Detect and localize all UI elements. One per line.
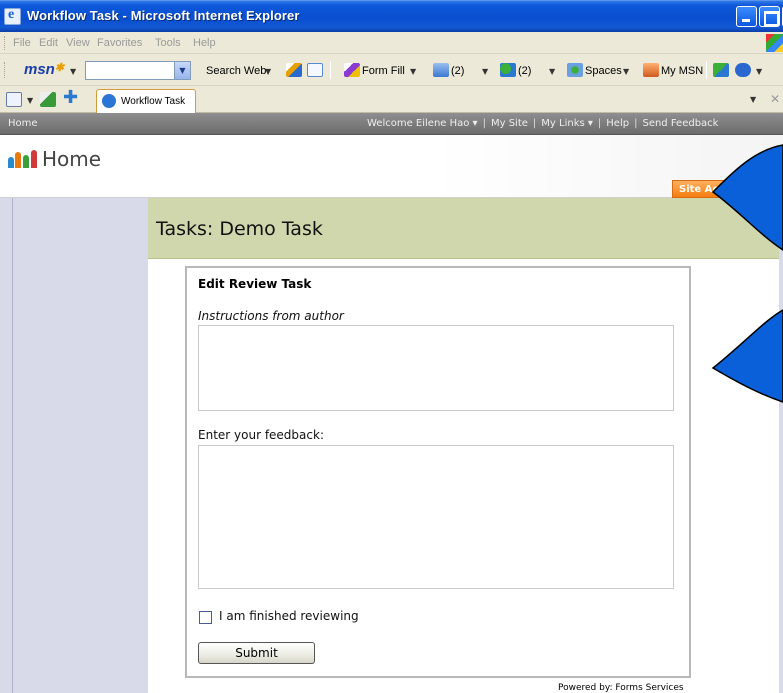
windows-flag-icon bbox=[766, 34, 783, 52]
chevron-down-icon[interactable]: ▼ bbox=[482, 67, 488, 76]
alerts-icon[interactable] bbox=[713, 63, 729, 77]
chevron-down-icon[interactable]: ▼ bbox=[410, 67, 416, 76]
maximize-button[interactable] bbox=[759, 6, 780, 27]
msn-butterfly-icon: ✱ bbox=[54, 62, 65, 74]
spaces-icon[interactable] bbox=[567, 63, 583, 77]
highlight-icon[interactable] bbox=[286, 63, 302, 77]
chevron-down-icon[interactable]: ▼ bbox=[756, 67, 762, 76]
my-site-link[interactable]: My Site bbox=[491, 118, 528, 129]
tab-workflow-task[interactable]: Workflow Task bbox=[96, 89, 196, 113]
mail-count[interactable]: (2) bbox=[451, 65, 464, 77]
menu-view[interactable]: View bbox=[66, 37, 90, 49]
instructions-field bbox=[198, 325, 674, 411]
window-title: Workflow Task - Microsoft Internet Explo… bbox=[27, 8, 300, 23]
instructions-label: Instructions from author bbox=[198, 309, 344, 323]
send-feedback-link[interactable]: Send Feedback bbox=[642, 118, 718, 129]
toolbar-grip[interactable] bbox=[4, 62, 7, 78]
window-title-bar[interactable]: Workflow Task - Microsoft Internet Explo… bbox=[0, 0, 783, 32]
ie-page-icon bbox=[102, 94, 116, 108]
toolbar-separator bbox=[330, 61, 331, 79]
favorites-center-icon[interactable] bbox=[6, 92, 22, 107]
menu-tools[interactable]: Tools bbox=[155, 37, 181, 49]
powered-by-text: Powered by: Forms Services bbox=[558, 683, 684, 693]
msn-toolbar: msn✱ ▼ ▼ Search Web ▼ Form Fill ▼ (2) ▼ … bbox=[0, 54, 783, 86]
feedback-label: Enter your feedback: bbox=[198, 428, 324, 442]
site-actions-menu[interactable]: Site Actions bbox=[672, 180, 783, 198]
page-title: Tasks: Demo Task bbox=[156, 218, 323, 240]
notepad-icon[interactable] bbox=[307, 63, 323, 77]
global-home-link[interactable]: Home bbox=[8, 118, 38, 129]
msn-logo[interactable]: msn✱ bbox=[24, 61, 64, 78]
sharepoint-people-logo-icon bbox=[8, 148, 38, 168]
left-navigation-pane bbox=[0, 198, 148, 693]
mail-icon[interactable] bbox=[433, 63, 449, 77]
toolbar-separator bbox=[706, 61, 707, 79]
finished-reviewing-checkbox[interactable] bbox=[199, 611, 212, 624]
my-links-menu[interactable]: My Links ▾ bbox=[541, 118, 593, 129]
chevron-down-icon[interactable]: ▼ bbox=[265, 67, 271, 76]
help-icon[interactable] bbox=[735, 63, 751, 77]
welcome-menu[interactable]: Welcome Eilene Hao ▾ bbox=[367, 118, 478, 129]
msn-search-input[interactable]: ▼ bbox=[85, 61, 191, 80]
ie-app-icon[interactable] bbox=[4, 7, 21, 25]
form-fill-icon[interactable] bbox=[344, 63, 360, 77]
spaces-button[interactable]: Spaces bbox=[585, 65, 622, 77]
nav-edge bbox=[12, 198, 13, 693]
toolbar-grip[interactable] bbox=[4, 36, 7, 50]
search-dropdown-button[interactable]: ▼ bbox=[174, 62, 190, 79]
minimize-button[interactable] bbox=[736, 6, 757, 27]
form-heading: Edit Review Task bbox=[198, 277, 312, 291]
chevron-down-icon[interactable]: ▼ bbox=[70, 67, 76, 76]
chevron-down-icon[interactable]: ▼ bbox=[623, 67, 629, 76]
site-title[interactable]: Home bbox=[42, 147, 101, 171]
my-msn-icon[interactable] bbox=[643, 63, 659, 77]
tab-bar: ▼ ✚ Workflow Task ▼ ✕ bbox=[0, 86, 783, 113]
menu-edit[interactable]: Edit bbox=[39, 37, 58, 49]
menu-help[interactable]: Help bbox=[193, 37, 216, 49]
add-favorite-plus-icon[interactable]: ✚ bbox=[63, 89, 79, 107]
search-web-button[interactable]: Search Web bbox=[206, 65, 266, 77]
contacts-count[interactable]: (2) bbox=[518, 65, 531, 77]
tab-label: Workflow Task bbox=[121, 96, 186, 107]
link-separator: | bbox=[482, 118, 486, 129]
menu-file[interactable]: File bbox=[13, 37, 31, 49]
menu-favorites[interactable]: Favorites bbox=[97, 37, 142, 49]
add-to-favorites-icon[interactable] bbox=[40, 92, 56, 107]
form-fill-button[interactable]: Form Fill bbox=[362, 65, 405, 77]
sharepoint-global-nav: Home Welcome Eilene Hao ▾ | My Site | My Lin… bbox=[0, 113, 783, 135]
close-tab-icon[interactable]: ✕ bbox=[770, 92, 780, 106]
menu-bar: File Edit View Favorites Tools Help bbox=[0, 32, 783, 54]
tab-list-dropdown-icon[interactable]: ▼ bbox=[750, 95, 756, 104]
page-title-band: Tasks: Demo Task bbox=[148, 198, 779, 259]
personal-links: Welcome Eilene Hao ▾ | My Site | My Links ▾ |… bbox=[367, 118, 718, 129]
submit-button[interactable]: Submit bbox=[198, 642, 315, 664]
chevron-down-icon[interactable]: ▼ bbox=[27, 96, 33, 105]
link-separator: | bbox=[532, 118, 537, 129]
my-msn-button[interactable]: My MSN bbox=[661, 65, 703, 77]
right-gutter bbox=[779, 198, 783, 693]
msn-logo-text: msn bbox=[24, 61, 55, 78]
site-header: Home Site Actions bbox=[0, 135, 783, 198]
feedback-input[interactable] bbox=[198, 445, 674, 589]
help-link[interactable]: Help bbox=[606, 118, 629, 129]
link-separator: | bbox=[634, 118, 638, 129]
finished-reviewing-label[interactable]: I am finished reviewing bbox=[219, 609, 359, 623]
messenger-contacts-icon[interactable] bbox=[500, 63, 516, 77]
link-separator: | bbox=[597, 118, 602, 129]
chevron-down-icon[interactable]: ▼ bbox=[549, 67, 555, 76]
